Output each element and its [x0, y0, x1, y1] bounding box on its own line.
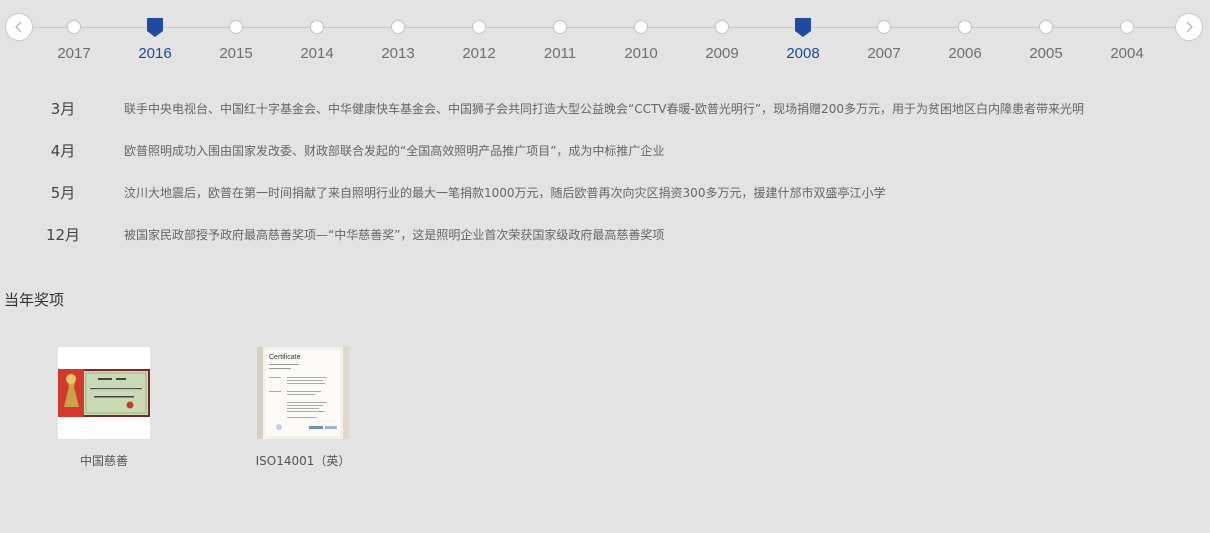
timeline-year-label: 2004: [1110, 45, 1144, 62]
timeline-year-label: 2015: [219, 45, 253, 62]
timeline-year-label: 2017: [57, 45, 91, 62]
award-card-charity[interactable]: 中国慈善: [24, 347, 184, 477]
timeline-dot: [877, 20, 891, 34]
timeline-year-2006[interactable]: 2006: [935, 0, 995, 68]
timeline-year-label: 2014: [300, 45, 334, 62]
timeline-year-label: 2010: [624, 45, 658, 62]
timeline-dot: [1039, 20, 1053, 34]
timeline-year-2004[interactable]: 2004: [1097, 0, 1157, 68]
timeline-year-2009[interactable]: 2009: [692, 0, 752, 68]
award-card-iso14001[interactable]: Certificate ISO14001（英）: [223, 347, 383, 477]
timeline-year-2013[interactable]: 2013: [368, 0, 428, 68]
timeline-year-2014[interactable]: 2014: [287, 0, 347, 68]
event-text: 欧普照明成功入围由国家发改委、财政部联合发起的“全国高效照明产品推广项目”，成为…: [124, 144, 665, 158]
chevron-left-icon: [15, 21, 22, 33]
timeline-year-label: 2007: [867, 45, 901, 62]
event-row: 5月 汶川大地震后，欧普在第一时间捐献了来自照明行业的最大一笔捐款1000万元，…: [0, 179, 1210, 221]
timeline-year-label: 2013: [381, 45, 415, 62]
award-caption: ISO14001（英）: [255, 454, 351, 468]
timeline-year-2005[interactable]: 2005: [1016, 0, 1076, 68]
timeline-year-label: 2011: [543, 45, 577, 62]
certificate-heading: Certificate: [269, 354, 301, 361]
timeline-dot: [634, 20, 648, 34]
active-year-marker-icon: [795, 18, 811, 37]
iso-certificate-illustration: Certificate: [257, 347, 349, 439]
award-certificate-image[interactable]: [58, 347, 150, 439]
event-text: 汶川大地震后，欧普在第一时间捐献了来自照明行业的最大一笔捐款1000万元，随后欧…: [124, 186, 886, 200]
timeline-dot: [310, 20, 324, 34]
event-month: 12月: [45, 226, 81, 244]
event-row: 4月 欧普照明成功入围由国家发改委、财政部联合发起的“全国高效照明产品推广项目”…: [0, 137, 1210, 179]
timeline-year-label: 2005: [1029, 45, 1063, 62]
year-timeline: 2017 2016 2015 2014 2013 2012 2011 2010 2009 2008…: [0, 0, 1210, 70]
awards-heading: 当年奖项: [4, 291, 65, 309]
timeline-year-2008[interactable]: 2008: [773, 0, 833, 68]
event-month: 5月: [50, 184, 76, 202]
timeline-year-label: 2008: [786, 45, 820, 62]
timeline-dot: [229, 20, 243, 34]
timeline-year-2010[interactable]: 2010: [611, 0, 671, 68]
timeline-year-2016[interactable]: 2016: [125, 0, 185, 68]
timeline-dot: [958, 20, 972, 34]
iso-certificate-image[interactable]: Certificate: [257, 347, 349, 439]
event-text: 联手中央电视台、中国红十字基金会、中华健康快车基金会、中国狮子会共同打造大型公益…: [124, 102, 1084, 116]
timeline-year-2011[interactable]: 2011: [530, 0, 590, 68]
timeline-dot: [1120, 20, 1134, 34]
chevron-right-icon: [1186, 21, 1193, 33]
timeline-year-label: 2006: [948, 45, 982, 62]
timeline-prev-button[interactable]: [5, 13, 33, 41]
timeline-year-2015[interactable]: 2015: [206, 0, 266, 68]
timeline-dot: [553, 20, 567, 34]
timeline-year-2012[interactable]: 2012: [449, 0, 509, 68]
timeline-year-label: 2012: [462, 45, 496, 62]
timeline-year-2017[interactable]: 2017: [44, 0, 104, 68]
timeline-year-label: 2009: [705, 45, 739, 62]
event-month: 3月: [50, 100, 76, 118]
timeline-dot: [715, 20, 729, 34]
timeline-next-button[interactable]: [1175, 13, 1203, 41]
timeline-dot: [67, 20, 81, 34]
timeline-year-2007[interactable]: 2007: [854, 0, 914, 68]
event-row: 12月 被国家民政部授予政府最高慈善奖项—“中华慈善奖”，这是照明企业首次荣获国…: [0, 221, 1210, 263]
timeline-dot: [472, 20, 486, 34]
timeline-dot: [391, 20, 405, 34]
event-month: 4月: [50, 142, 76, 160]
event-row: 3月 联手中央电视台、中国红十字基金会、中华健康快车基金会、中国狮子会共同打造大…: [0, 95, 1210, 137]
charity-certificate-illustration: [58, 347, 150, 439]
timeline-year-label: 2016: [138, 45, 172, 62]
active-year-marker-icon: [147, 18, 163, 37]
event-text: 被国家民政部授予政府最高慈善奖项—“中华慈善奖”，这是照明企业首次荣获国家级政府…: [124, 228, 665, 242]
award-caption: 中国慈善: [79, 454, 128, 468]
year-events-list: 3月 联手中央电视台、中国红十字基金会、中华健康快车基金会、中国狮子会共同打造大…: [0, 95, 1210, 263]
